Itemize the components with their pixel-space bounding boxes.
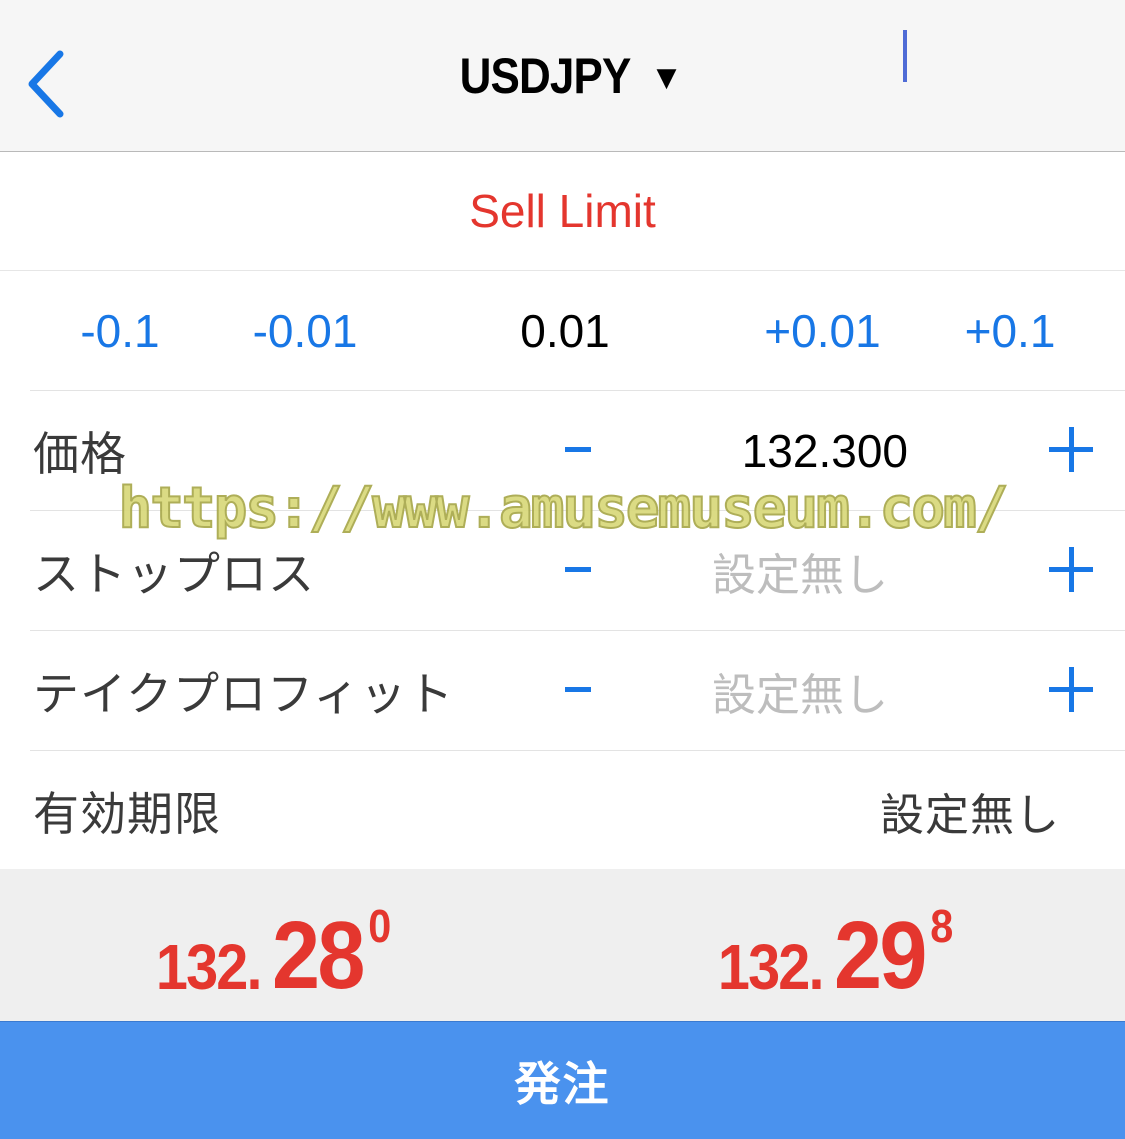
bid-prefix: 132. (155, 931, 263, 1003)
symbol-title: USDJPY (460, 47, 632, 104)
stop-loss-plus-icon[interactable] (1043, 533, 1099, 605)
volume-step-row: -0.1 -0.01 0.01 +0.01 +0.1 (0, 271, 1125, 390)
ask-pip-digit: 8 (930, 900, 954, 952)
step-plus-0-01-button[interactable]: +0.01 (750, 271, 895, 390)
ask-prefix: 132. (717, 931, 825, 1003)
expiry-value[interactable]: 設定無し (880, 751, 1060, 870)
take-profit-plus-icon[interactable] (1043, 653, 1099, 725)
bid-big-digits: 28 (271, 902, 365, 1009)
symbol-selector[interactable]: USDJPY ▼ (0, 0, 1125, 151)
volume-value[interactable]: 0.01 (500, 271, 630, 390)
bid-pip-digit: 0 (368, 900, 392, 952)
step-plus-0-1-button[interactable]: +0.1 (950, 271, 1070, 390)
order-type-selector[interactable]: Sell Limit (0, 152, 1125, 271)
price-minus-icon[interactable] (552, 413, 602, 485)
price-input[interactable]: 132.300 (630, 391, 908, 510)
dropdown-caret-icon: ▼ (656, 62, 677, 93)
expiry-row: 有効期限 設定無し (30, 750, 1125, 870)
stop-loss-label: ストップロス (33, 546, 315, 601)
price-label: 価格 (33, 426, 127, 481)
ask-quote[interactable]: 132. 29 8 (712, 869, 955, 1021)
price-row: 価格 132.300 (30, 390, 1125, 510)
text-cursor (903, 30, 907, 82)
take-profit-row: テイクプロフィット 設定無し (30, 630, 1125, 750)
take-profit-minus-icon[interactable] (552, 653, 602, 725)
navigation-bar: USDJPY ▼ (0, 0, 1125, 152)
take-profit-label: テイクプロフィット (33, 666, 455, 721)
expiry-label: 有効期限 (33, 786, 221, 841)
step-minus-0-01-button[interactable]: -0.01 (240, 271, 370, 390)
bid-quote[interactable]: 132. 28 0 (150, 869, 393, 1021)
stop-loss-minus-icon[interactable] (552, 533, 602, 605)
stop-loss-input[interactable]: 設定無し (650, 511, 950, 630)
ask-big-digits: 29 (833, 902, 927, 1009)
stop-loss-row: ストップロス 設定無し (30, 510, 1125, 630)
price-plus-icon[interactable] (1043, 413, 1099, 485)
take-profit-input[interactable]: 設定無し (650, 631, 950, 750)
quote-bar: 132. 28 0 132. 29 8 (0, 869, 1125, 1021)
place-order-button[interactable]: 発注 (0, 1021, 1125, 1139)
step-minus-0-1-button[interactable]: -0.1 (60, 271, 180, 390)
